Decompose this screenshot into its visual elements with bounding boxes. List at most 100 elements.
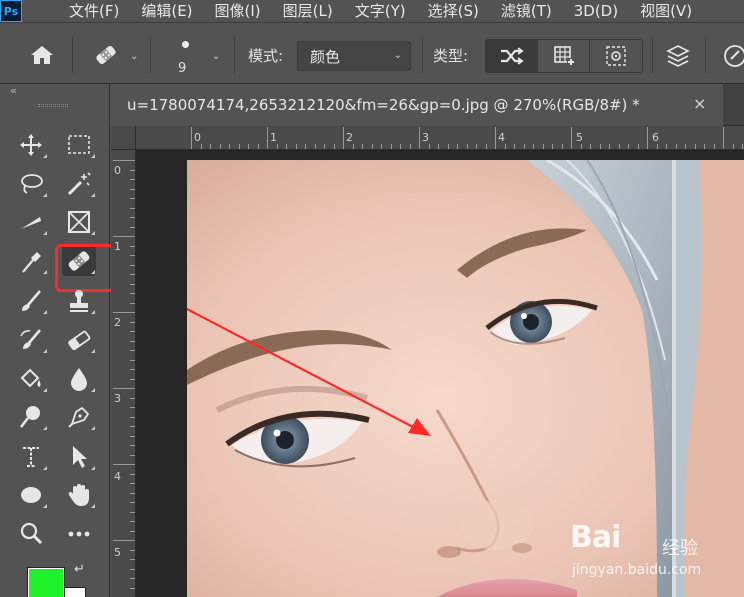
ruler-tick	[542, 144, 544, 149]
spot-healing-brush-icon	[96, 45, 116, 65]
vertical-ruler[interactable]: 0 1 2 3 4 5	[111, 150, 136, 597]
eyedropper-icon	[22, 252, 41, 273]
menu-edit[interactable]: 编辑(E)	[130, 0, 203, 22]
crop-tool[interactable]	[14, 207, 48, 237]
ruler-tick	[267, 127, 268, 149]
pen-icon	[68, 406, 90, 428]
menu-type[interactable]: 文字(Y)	[344, 0, 417, 22]
path-selection-tool[interactable]	[62, 442, 96, 472]
eyedropper-tool[interactable]	[14, 246, 48, 276]
magic-wand-tool[interactable]	[62, 169, 96, 199]
chevron-down-icon[interactable]: ⌄	[212, 51, 220, 62]
stamp-icon	[70, 290, 88, 312]
ruler-tick	[130, 188, 135, 190]
ellipse-tool[interactable]	[14, 480, 48, 510]
ruler-tick	[656, 144, 658, 149]
ruler-tick	[219, 144, 221, 149]
type-proximity-match-button[interactable]	[486, 40, 538, 72]
collapse-icon[interactable]: «	[10, 84, 17, 97]
brush-icon	[22, 290, 41, 311]
ruler-tick	[130, 473, 135, 475]
menu-view[interactable]: 视图(V)	[629, 0, 703, 22]
menu-3d[interactable]: 3D(D)	[563, 0, 629, 22]
clone-stamp-tool[interactable]	[62, 286, 96, 316]
pen-tool[interactable]	[62, 402, 96, 432]
ruler-tick	[130, 407, 135, 408]
ruler-tick	[343, 127, 344, 149]
ruler-tick	[130, 521, 135, 522]
brush-preview[interactable]	[182, 41, 189, 48]
type-create-texture-button[interactable]	[538, 40, 590, 72]
ruler-tick	[130, 502, 135, 503]
eraser-tool[interactable]	[62, 325, 96, 355]
canvas-area[interactable]: Bai 经验 jingyan.baidu.com	[136, 150, 744, 597]
type-segmented-control	[485, 39, 643, 73]
history-brush-icon	[20, 329, 41, 349]
ruler-tick	[333, 144, 335, 149]
ruler-tick	[295, 144, 297, 149]
mode-select[interactable]: 颜色 ⌄	[297, 41, 411, 71]
type-content-aware-button[interactable]	[590, 40, 642, 72]
ruler-tick	[130, 331, 135, 332]
ruler-tick	[552, 144, 553, 149]
ruler-tick	[694, 144, 696, 149]
edit-toolbar-button[interactable]	[62, 519, 96, 549]
ruler-tick	[514, 144, 515, 149]
ruler-tick	[590, 144, 591, 149]
ruler-tick	[286, 144, 287, 149]
ruler-tick	[113, 540, 135, 541]
ruler-label: 4	[498, 131, 505, 144]
pressure-size-button[interactable]	[720, 41, 744, 71]
chevron-down-icon[interactable]: ⌄	[130, 51, 138, 62]
foreground-color-swatch[interactable]	[27, 567, 65, 597]
history-brush-tool[interactable]	[14, 325, 48, 355]
ruler-tick	[637, 144, 639, 149]
close-icon[interactable]: ×	[693, 94, 706, 113]
menu-filter[interactable]: 滤镜(T)	[490, 0, 563, 22]
zoom-tool[interactable]	[14, 519, 48, 549]
horizontal-ruler[interactable]: 0 1 2 3 4 5 6	[136, 126, 744, 150]
move-tool[interactable]	[14, 130, 48, 160]
background-color-swatch[interactable]	[64, 587, 86, 597]
ruler-tick	[666, 144, 667, 149]
swap-colors-icon[interactable]: ↵	[74, 562, 85, 577]
lasso-tool[interactable]	[14, 169, 48, 199]
sample-all-layers-button[interactable]	[663, 41, 693, 71]
ruler-tick	[130, 350, 135, 351]
panel-grip[interactable]	[38, 104, 68, 107]
ruler-label: 2	[346, 131, 353, 144]
home-button[interactable]	[26, 41, 58, 69]
ruler-tick	[599, 144, 601, 149]
menu-select[interactable]: 选择(S)	[417, 0, 490, 22]
brush-tool[interactable]	[14, 286, 48, 316]
ruler-tick	[113, 160, 135, 161]
ruler-tick	[130, 198, 135, 199]
document-tab[interactable]: u=1780074174,2653212120&fm=26&gp=0.jpg @…	[111, 84, 723, 126]
photoshop-logo: Ps	[0, 0, 22, 22]
ruler-tick	[381, 144, 382, 149]
hand-icon	[68, 484, 89, 506]
dodge-tool[interactable]	[14, 402, 48, 432]
ruler-tick	[229, 144, 230, 149]
ruler-tick	[476, 144, 477, 149]
ruler-label: 0	[194, 131, 201, 144]
ruler-tick	[130, 397, 135, 399]
type-tool[interactable]	[14, 442, 48, 472]
separator	[150, 37, 151, 73]
menu-layer[interactable]: 图层(L)	[272, 0, 344, 22]
ruler-origin[interactable]	[111, 126, 136, 150]
ruler-label: 2	[114, 316, 121, 329]
paint-bucket-tool[interactable]	[14, 364, 48, 394]
ruler-tick	[130, 511, 135, 513]
frame-tool[interactable]	[62, 207, 96, 237]
hand-tool[interactable]	[62, 480, 96, 510]
brush-size-value[interactable]: 9	[178, 61, 186, 76]
menu-image[interactable]: 图像(I)	[204, 0, 272, 22]
marquee-tool[interactable]	[62, 130, 96, 160]
blur-tool[interactable]	[62, 364, 96, 394]
ruler-tick	[466, 144, 468, 149]
menu-file[interactable]: 文件(F)	[58, 0, 130, 22]
tool-preset-picker[interactable]	[88, 39, 124, 71]
ruler-tick	[438, 144, 439, 149]
ruler-tick	[130, 217, 135, 218]
